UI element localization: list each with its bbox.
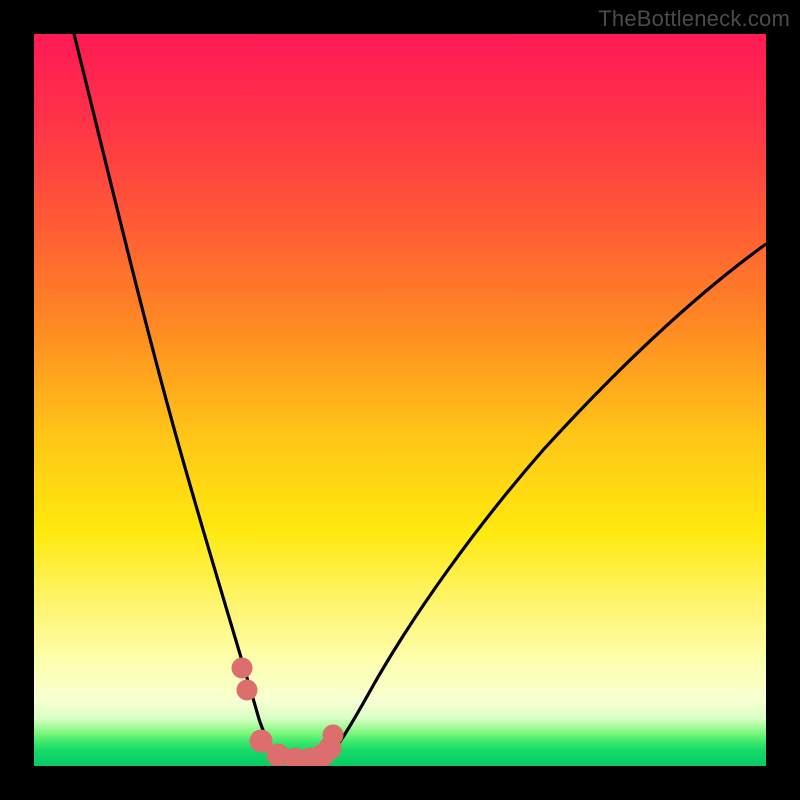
curve-left — [74, 34, 292, 764]
curves-layer — [34, 34, 766, 766]
watermark-text: TheBottleneck.com — [598, 6, 790, 32]
plot-area — [34, 34, 766, 766]
chart-frame: TheBottleneck.com — [0, 0, 800, 800]
valley-markers — [232, 658, 343, 766]
curve-right — [322, 244, 766, 762]
